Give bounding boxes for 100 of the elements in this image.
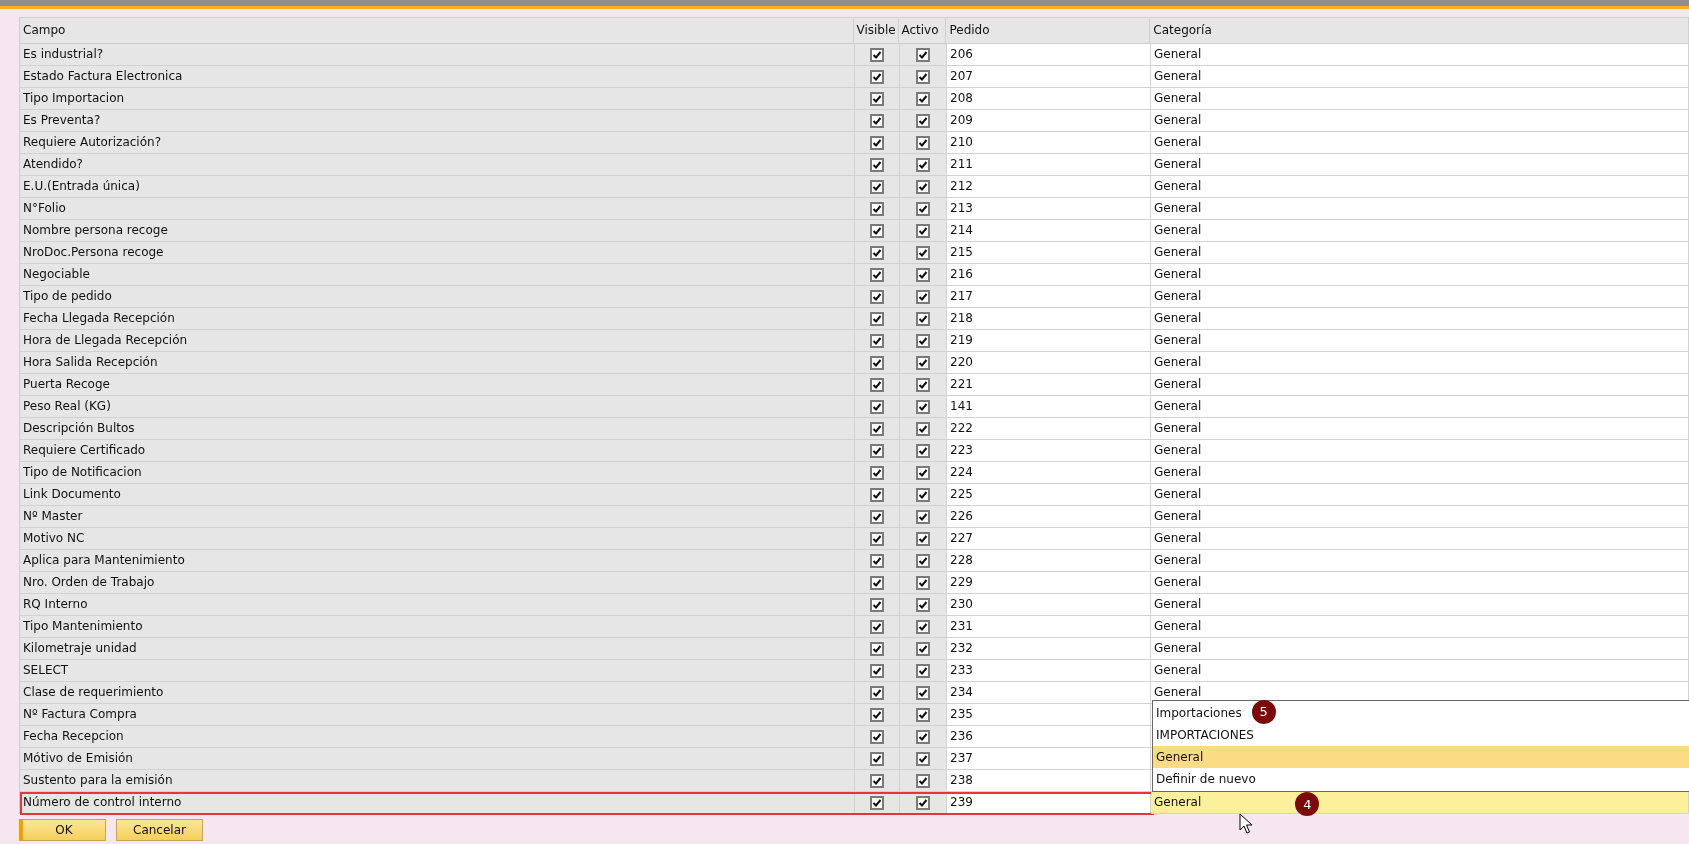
checkbox[interactable]	[916, 201, 930, 216]
checkbox[interactable]	[870, 267, 884, 282]
checkbox[interactable]	[870, 575, 884, 590]
table-cell: General	[1151, 154, 1689, 176]
table-cell: Negociable	[20, 264, 855, 286]
checkbox[interactable]	[916, 157, 930, 172]
checkbox[interactable]	[916, 575, 930, 590]
checkbox[interactable]	[870, 333, 884, 348]
checkbox[interactable]	[870, 201, 884, 216]
dropdown-option[interactable]: IMPORTACIONES	[1156, 728, 1254, 742]
checkbox[interactable]	[870, 355, 884, 370]
cancel-button[interactable]: Cancelar	[116, 819, 203, 841]
table-cell: Requiere Certificado	[20, 440, 855, 462]
checkbox[interactable]	[870, 311, 884, 326]
checkbox[interactable]	[916, 443, 930, 458]
checkbox[interactable]	[916, 333, 930, 348]
table-cell: 214	[947, 220, 1151, 242]
checkbox[interactable]	[916, 135, 930, 150]
checkbox[interactable]	[916, 685, 930, 700]
checkbox[interactable]	[870, 465, 884, 480]
checkbox[interactable]	[916, 553, 930, 568]
checkbox[interactable]	[870, 751, 884, 766]
checkbox[interactable]	[916, 751, 930, 766]
checkbox[interactable]	[870, 135, 884, 150]
checkbox[interactable]	[870, 69, 884, 84]
table-cell: 230	[947, 594, 1151, 616]
checkbox[interactable]	[916, 663, 930, 678]
checkbox[interactable]	[870, 531, 884, 546]
table-cell: 237	[947, 748, 1151, 770]
checkbox[interactable]	[870, 553, 884, 568]
checkbox[interactable]	[916, 289, 930, 304]
checkbox[interactable]	[916, 707, 930, 722]
checkbox[interactable]	[916, 465, 930, 480]
checkbox[interactable]	[870, 91, 884, 106]
checkbox[interactable]	[870, 685, 884, 700]
table-cell: General	[1151, 88, 1689, 110]
checkbox[interactable]	[916, 531, 930, 546]
checkbox[interactable]	[870, 223, 884, 238]
checkbox[interactable]	[870, 443, 884, 458]
checkbox[interactable]	[870, 47, 884, 62]
checkbox[interactable]	[870, 773, 884, 788]
table-cell: Sustento para la emisión	[20, 770, 855, 792]
table-cell: Kilometraje unidad	[20, 638, 855, 660]
dropdown-option[interactable]: Definir de nuevo	[1156, 772, 1256, 786]
table-cell: 207	[947, 66, 1151, 88]
checkbox[interactable]	[870, 795, 884, 810]
checkbox[interactable]	[870, 663, 884, 678]
checkbox[interactable]	[870, 597, 884, 612]
dropdown-option[interactable]: Importaciones	[1156, 706, 1242, 720]
checkbox[interactable]	[870, 157, 884, 172]
checkbox[interactable]	[916, 311, 930, 326]
checkbox[interactable]	[916, 267, 930, 282]
checkbox[interactable]	[916, 729, 930, 744]
table-cell: 216	[947, 264, 1151, 286]
checkbox[interactable]	[870, 289, 884, 304]
checkbox[interactable]	[870, 641, 884, 656]
table-cell: General	[1151, 616, 1689, 638]
table-cell: General	[1151, 132, 1689, 154]
checkbox[interactable]	[916, 399, 930, 414]
checkbox[interactable]	[916, 509, 930, 524]
ok-button[interactable]: OK	[19, 819, 106, 841]
checkbox[interactable]	[916, 223, 930, 238]
checkbox[interactable]	[916, 487, 930, 502]
checkbox[interactable]	[916, 355, 930, 370]
checkbox[interactable]	[916, 377, 930, 392]
checkbox[interactable]	[916, 421, 930, 436]
checkbox[interactable]	[870, 707, 884, 722]
checkbox[interactable]	[870, 487, 884, 502]
checkbox[interactable]	[916, 113, 930, 128]
checkbox[interactable]	[916, 641, 930, 656]
checkbox[interactable]	[916, 795, 930, 810]
checkbox[interactable]	[870, 399, 884, 414]
checkbox[interactable]	[916, 619, 930, 634]
column-header[interactable]: Pedido	[946, 17, 1151, 44]
checkbox[interactable]	[916, 91, 930, 106]
table-cell: Estado Factura Electronica	[20, 66, 855, 88]
checkbox[interactable]	[870, 619, 884, 634]
column-header[interactable]: Activo	[899, 17, 947, 44]
table-cell: 206	[947, 44, 1151, 66]
table-cell: Fecha Llegada Recepción	[20, 308, 855, 330]
column-header[interactable]: Categoría	[1150, 17, 1689, 44]
checkbox[interactable]	[870, 245, 884, 260]
checkbox[interactable]	[870, 377, 884, 392]
checkbox[interactable]	[870, 179, 884, 194]
checkbox[interactable]	[870, 421, 884, 436]
column-header[interactable]: Campo	[20, 17, 855, 44]
checkbox[interactable]	[916, 245, 930, 260]
checkbox[interactable]	[870, 113, 884, 128]
checkbox[interactable]	[916, 69, 930, 84]
checkbox[interactable]	[916, 773, 930, 788]
table-cell: Link Documento	[20, 484, 855, 506]
checkbox[interactable]	[916, 179, 930, 194]
checkbox[interactable]	[916, 597, 930, 612]
table-cell: Fecha Recepcion	[20, 726, 855, 748]
checkbox[interactable]	[916, 47, 930, 62]
checkbox[interactable]	[870, 729, 884, 744]
checkbox[interactable]	[870, 509, 884, 524]
table-cell: General	[1151, 440, 1689, 462]
column-header[interactable]: Visible	[854, 17, 900, 44]
dropdown-option[interactable]: General	[1156, 750, 1204, 764]
